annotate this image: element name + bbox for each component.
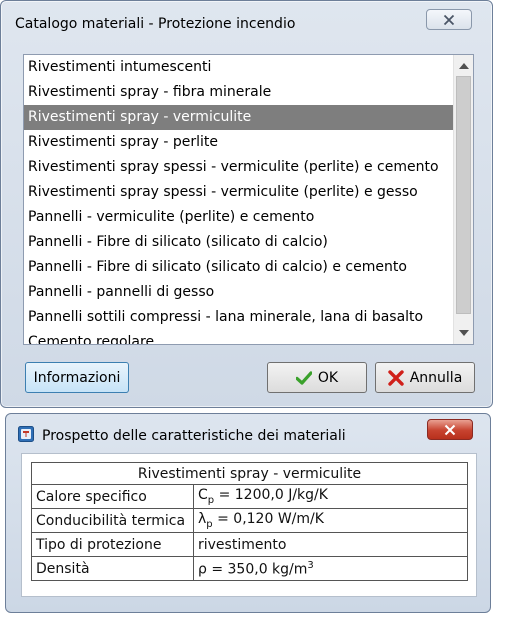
material-list[interactable]: Rivestimenti intumescenti Rivestimenti s…: [23, 54, 474, 345]
properties-panel: Rivestimenti spray - vermiculite Calore …: [21, 453, 477, 597]
info-button-label: Informazioni: [33, 369, 121, 386]
properties-table: Rivestimenti spray - vermiculite Calore …: [31, 462, 468, 581]
list-item[interactable]: Rivestimenti intumescenti: [24, 55, 454, 80]
catalog-dialog-title: Catalogo materiali - Protezione incendio: [15, 16, 296, 32]
list-item[interactable]: Pannelli - pannelli di gesso: [24, 280, 454, 305]
list-item[interactable]: Pannelli - vermiculite (perlite) e cemen…: [24, 205, 454, 230]
property-label: Tipo di protezione: [31, 532, 194, 557]
ok-button-label: OK: [317, 369, 339, 386]
cancel-button[interactable]: Annulla: [375, 362, 475, 393]
list-item[interactable]: Cemento regolare: [24, 330, 454, 344]
material-name-header: Rivestimenti spray - vermiculite: [31, 462, 468, 485]
list-item[interactable]: Pannelli - Fibre di silicato (silicato d…: [24, 255, 454, 280]
properties-dialog-title: Prospetto delle caratteristiche dei mate…: [42, 428, 346, 444]
list-item[interactable]: Rivestimenti spray - fibra minerale: [24, 80, 454, 105]
app-icon: [18, 426, 34, 442]
scroll-up-arrow[interactable]: [454, 57, 473, 75]
table-row: Conducibilità termica λp = 0,120 W/m/K: [31, 508, 468, 533]
cancel-button-label: Annulla: [409, 369, 463, 386]
table-row: Calore specifico Cp = 1200,0 J/kg/K: [31, 484, 468, 509]
list-item[interactable]: Pannelli sottili compressi - lana minera…: [24, 305, 454, 330]
list-item[interactable]: Rivestimenti spray spessi - vermiculite …: [24, 155, 454, 180]
list-item[interactable]: Rivestimenti spray spessi - vermiculite …: [24, 180, 454, 205]
triangle-down-icon: [458, 330, 469, 336]
list-item-selected[interactable]: Rivestimenti spray - vermiculite: [24, 105, 454, 130]
property-label: Densità: [31, 556, 194, 581]
triangle-up-icon: [458, 63, 469, 69]
list-item[interactable]: Pannelli - Fibre di silicato (silicato d…: [24, 230, 454, 255]
scroll-thumb[interactable]: [456, 76, 471, 314]
close-button[interactable]: [427, 419, 473, 440]
vertical-scrollbar[interactable]: [453, 55, 473, 344]
close-icon: [444, 424, 456, 435]
property-value: ρ = 350,0 kg/m3: [193, 556, 468, 581]
table-row: Tipo di protezione rivestimento: [31, 532, 468, 557]
red-x-icon: [388, 369, 404, 386]
property-value: rivestimento: [193, 532, 468, 557]
catalog-dialog: Catalogo materiali - Protezione incendio…: [0, 0, 493, 408]
scroll-down-arrow[interactable]: [454, 324, 473, 342]
close-button[interactable]: [426, 9, 472, 30]
property-value: Cp = 1200,0 J/kg/K: [193, 484, 468, 509]
checkmark-icon: [295, 370, 312, 385]
table-row: Densità ρ = 350,0 kg/m3: [31, 556, 468, 581]
properties-dialog: Prospetto delle caratteristiche dei mate…: [5, 413, 491, 613]
ok-button[interactable]: OK: [267, 362, 367, 393]
property-label: Calore specifico: [31, 484, 194, 509]
close-icon: [443, 14, 455, 25]
list-item[interactable]: Rivestimenti spray - perlite: [24, 130, 454, 155]
property-value: λp = 0,120 W/m/K: [193, 508, 468, 533]
property-label: Conducibilità termica: [31, 508, 194, 533]
info-button[interactable]: Informazioni: [25, 362, 129, 393]
